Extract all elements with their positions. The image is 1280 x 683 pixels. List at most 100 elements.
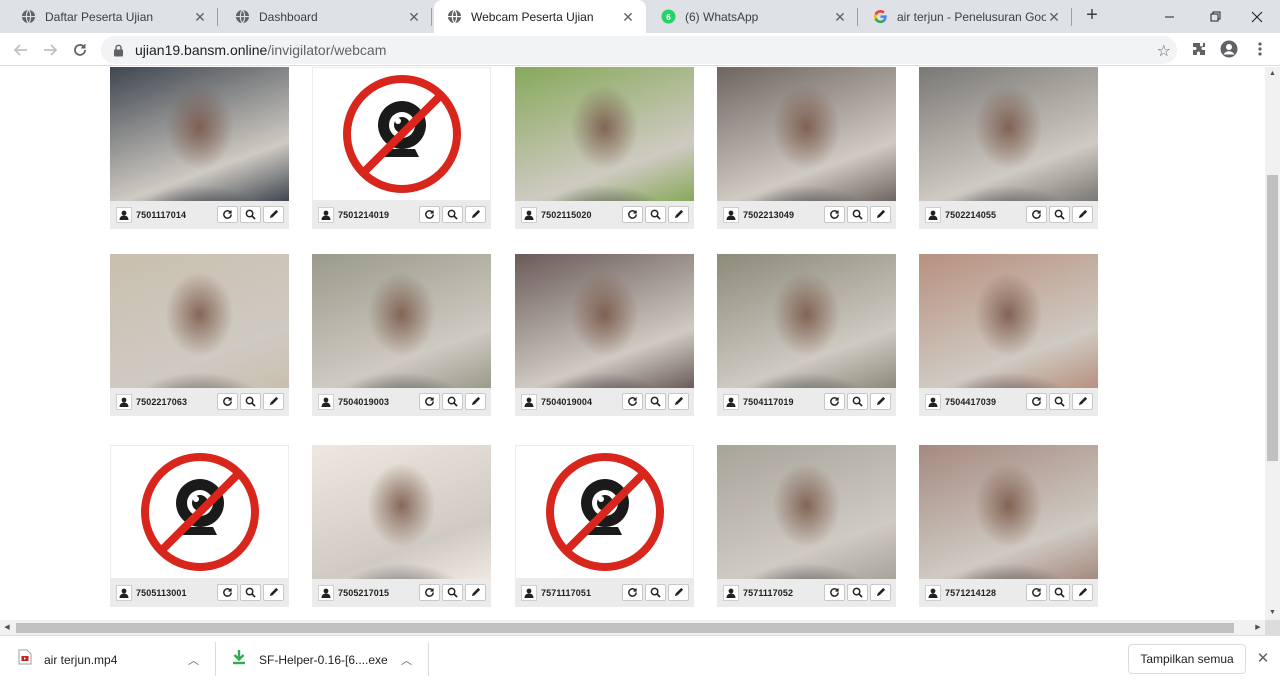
edit-button[interactable] [870, 393, 891, 410]
zoom-button[interactable] [442, 393, 463, 410]
forward-button[interactable] [37, 37, 63, 63]
refresh-icon [222, 587, 233, 598]
zoom-button[interactable] [1049, 206, 1070, 223]
edit-button[interactable] [870, 206, 891, 223]
tab-google-search[interactable]: air terjun - Penelusuran Google ✕ [860, 0, 1072, 33]
edit-button[interactable] [668, 206, 689, 223]
tab-daftar-peserta[interactable]: Daftar Peserta Ujian ✕ [8, 0, 218, 33]
refresh-button[interactable] [1026, 206, 1047, 223]
restore-button[interactable] [1192, 0, 1238, 33]
refresh-button[interactable] [622, 206, 643, 223]
show-all-downloads-button[interactable]: Tampilkan semua [1128, 644, 1246, 674]
webcam-feed[interactable] [919, 254, 1098, 388]
scroll-right-icon[interactable]: ▶ [1251, 620, 1265, 635]
webcam-feed[interactable] [515, 67, 694, 201]
refresh-button[interactable] [622, 393, 643, 410]
vertical-scrollbar[interactable]: ▲ ▼ [1265, 67, 1280, 620]
edit-button[interactable] [465, 206, 486, 223]
edit-button[interactable] [1072, 584, 1093, 601]
refresh-button[interactable] [419, 206, 440, 223]
edit-button[interactable] [870, 584, 891, 601]
refresh-button[interactable] [419, 584, 440, 601]
zoom-button[interactable] [645, 393, 666, 410]
refresh-button[interactable] [622, 584, 643, 601]
reload-button[interactable] [67, 37, 93, 63]
zoom-button[interactable] [442, 206, 463, 223]
vertical-scroll-thumb[interactable] [1267, 175, 1278, 461]
zoom-button[interactable] [240, 206, 261, 223]
zoom-button[interactable] [1049, 393, 1070, 410]
webcam-feed[interactable] [312, 254, 491, 388]
refresh-button[interactable] [217, 206, 238, 223]
extensions-button[interactable] [1189, 39, 1209, 59]
zoom-button[interactable] [240, 393, 261, 410]
tab-webcam-peserta[interactable]: Webcam Peserta Ujian ✕ [434, 0, 646, 33]
edit-button[interactable] [263, 584, 284, 601]
webcam-feed[interactable] [919, 445, 1098, 579]
refresh-button[interactable] [419, 393, 440, 410]
zoom-button[interactable] [1049, 584, 1070, 601]
chevron-up-icon[interactable]: ︿ [401, 652, 412, 668]
download-item[interactable]: air terjun.mp4 ︿ [18, 636, 213, 683]
new-tab-button[interactable]: + [1080, 4, 1104, 28]
zoom-button[interactable] [645, 584, 666, 601]
close-tab-icon[interactable]: ✕ [192, 9, 208, 25]
menu-button[interactable] [1250, 39, 1270, 59]
refresh-button[interactable] [824, 206, 845, 223]
edit-button[interactable] [465, 584, 486, 601]
close-tab-icon[interactable]: ✕ [620, 9, 636, 25]
close-window-button[interactable] [1234, 0, 1280, 33]
webcam-feed[interactable] [515, 254, 694, 388]
refresh-button[interactable] [824, 584, 845, 601]
webcam-feed[interactable] [717, 445, 896, 579]
back-button[interactable] [8, 37, 34, 63]
user-icon [925, 394, 941, 410]
zoom-button[interactable] [847, 584, 868, 601]
refresh-button[interactable] [1026, 584, 1047, 601]
webcam-feed[interactable] [717, 67, 896, 201]
close-tab-icon[interactable]: ✕ [1046, 9, 1062, 25]
zoom-button[interactable] [847, 393, 868, 410]
edit-button[interactable] [668, 393, 689, 410]
edit-button[interactable] [1072, 206, 1093, 223]
profile-button[interactable] [1219, 39, 1239, 59]
zoom-button[interactable] [847, 206, 868, 223]
refresh-button[interactable] [217, 393, 238, 410]
zoom-button[interactable] [240, 584, 261, 601]
bookmark-star-icon[interactable]: ☆ [1157, 41, 1171, 61]
participant-toolbar: 7504417039 [919, 388, 1098, 416]
horizontal-scroll-thumb[interactable] [16, 623, 1234, 633]
webcam-feed[interactable] [717, 254, 896, 388]
close-tab-icon[interactable]: ✕ [832, 9, 848, 25]
scroll-left-icon[interactable]: ◀ [0, 620, 14, 635]
refresh-button[interactable] [1026, 393, 1047, 410]
download-item[interactable]: SF-Helper-0.16-[6....exe ︿ [231, 636, 426, 683]
edit-button[interactable] [263, 206, 284, 223]
no-webcam-icon[interactable] [312, 67, 491, 201]
refresh-button[interactable] [824, 393, 845, 410]
tab-dashboard[interactable]: Dashboard ✕ [222, 0, 432, 33]
webcam-feed[interactable] [919, 67, 1098, 201]
chevron-up-icon[interactable]: ︿ [188, 652, 199, 668]
tab-whatsapp[interactable]: 6 (6) WhatsApp ✕ [648, 0, 858, 33]
zoom-button[interactable] [442, 584, 463, 601]
scroll-down-icon[interactable]: ▼ [1265, 606, 1280, 620]
horizontal-scrollbar[interactable]: ◀ ▶ [0, 620, 1265, 635]
zoom-button[interactable] [645, 206, 666, 223]
refresh-button[interactable] [217, 584, 238, 601]
close-shelf-icon[interactable]: ✕ [1254, 650, 1272, 668]
edit-button[interactable] [668, 584, 689, 601]
no-webcam-icon[interactable] [515, 445, 694, 579]
minimize-button[interactable] [1146, 0, 1192, 33]
no-webcam-icon[interactable] [110, 445, 289, 579]
edit-button[interactable] [465, 393, 486, 410]
address-bar[interactable]: ujian19.bansm.online/invigilator/webcam … [101, 36, 1177, 64]
participant-card: 7501214019 [312, 67, 491, 229]
scroll-up-icon[interactable]: ▲ [1265, 67, 1280, 81]
webcam-feed[interactable] [312, 445, 491, 579]
close-tab-icon[interactable]: ✕ [406, 9, 422, 25]
webcam-feed[interactable] [110, 67, 289, 201]
edit-button[interactable] [263, 393, 284, 410]
edit-button[interactable] [1072, 393, 1093, 410]
webcam-feed[interactable] [110, 254, 289, 388]
